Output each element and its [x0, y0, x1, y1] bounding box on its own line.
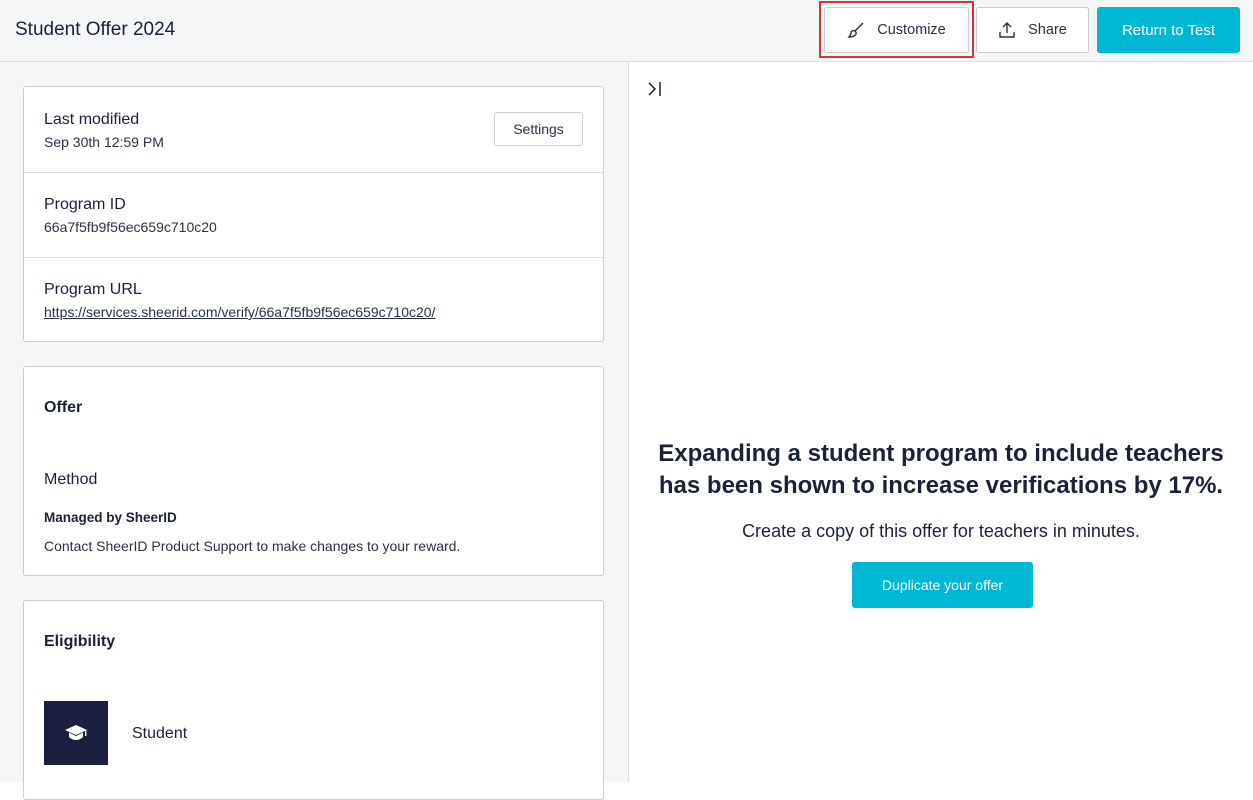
student-avatar: [44, 701, 108, 765]
last-modified-label: Last modified: [44, 111, 140, 128]
top-bar: Student Offer 2024 Customize Share Retur…: [0, 0, 1253, 62]
promo-subtext: Create a copy of this offer for teachers…: [742, 521, 1140, 541]
eligibility-title: Eligibility: [44, 633, 116, 650]
last-modified-value: Sep 30th 12:59 PM: [44, 134, 164, 150]
paintbrush-icon: [847, 22, 864, 38]
promo-headline-line1: Expanding a student program to include t…: [658, 440, 1224, 467]
program-info-card: Last modified Sep 30th 12:59 PM Settings…: [23, 86, 604, 342]
method-label: Method: [44, 471, 98, 488]
customize-button[interactable]: Customize: [824, 7, 969, 53]
program-url-link[interactable]: https://services.sheerid.com/verify/66a7…: [44, 304, 435, 320]
program-url-row: Program URL https://services.sheerid.com…: [24, 257, 603, 342]
share-button[interactable]: Share: [976, 7, 1089, 53]
graduation-cap-icon: [65, 725, 87, 740]
settings-button[interactable]: Settings: [494, 112, 583, 146]
last-modified-row: Last modified Sep 30th 12:59 PM Settings: [24, 87, 603, 172]
program-details-panel: Last modified Sep 30th 12:59 PM Settings…: [0, 62, 628, 800]
promo-headline: Expanding a student program to include t…: [629, 438, 1253, 502]
program-url-label: Program URL: [44, 281, 142, 298]
offer-note: Contact SheerID Product Support to make …: [44, 538, 461, 554]
promo-panel: Expanding a student program to include t…: [629, 62, 1253, 782]
return-to-test-button[interactable]: Return to Test: [1097, 7, 1240, 53]
share-label: Share: [1028, 22, 1067, 38]
duplicate-offer-button[interactable]: Duplicate your offer: [852, 562, 1033, 608]
program-id-label: Program ID: [44, 196, 126, 213]
page-title: Student Offer 2024: [15, 19, 176, 40]
eligibility-card: Eligibility Student: [23, 600, 604, 800]
program-id-value: 66a7f5fb9f56ec659c710c20: [44, 219, 217, 235]
offer-card: Offer Method Managed by SheerID Contact …: [23, 366, 604, 576]
upload-icon: [999, 22, 1015, 38]
promo-headline-line2: has been shown to increase verifications…: [658, 472, 1224, 499]
managed-by-label: Managed by SheerID: [44, 510, 177, 525]
program-id-row: Program ID 66a7f5fb9f56ec659c710c20: [24, 172, 603, 257]
offer-title: Offer: [44, 399, 83, 416]
collapse-panel-icon[interactable]: [647, 80, 665, 98]
customize-label: Customize: [877, 22, 946, 38]
student-segment-label: Student: [132, 725, 188, 742]
